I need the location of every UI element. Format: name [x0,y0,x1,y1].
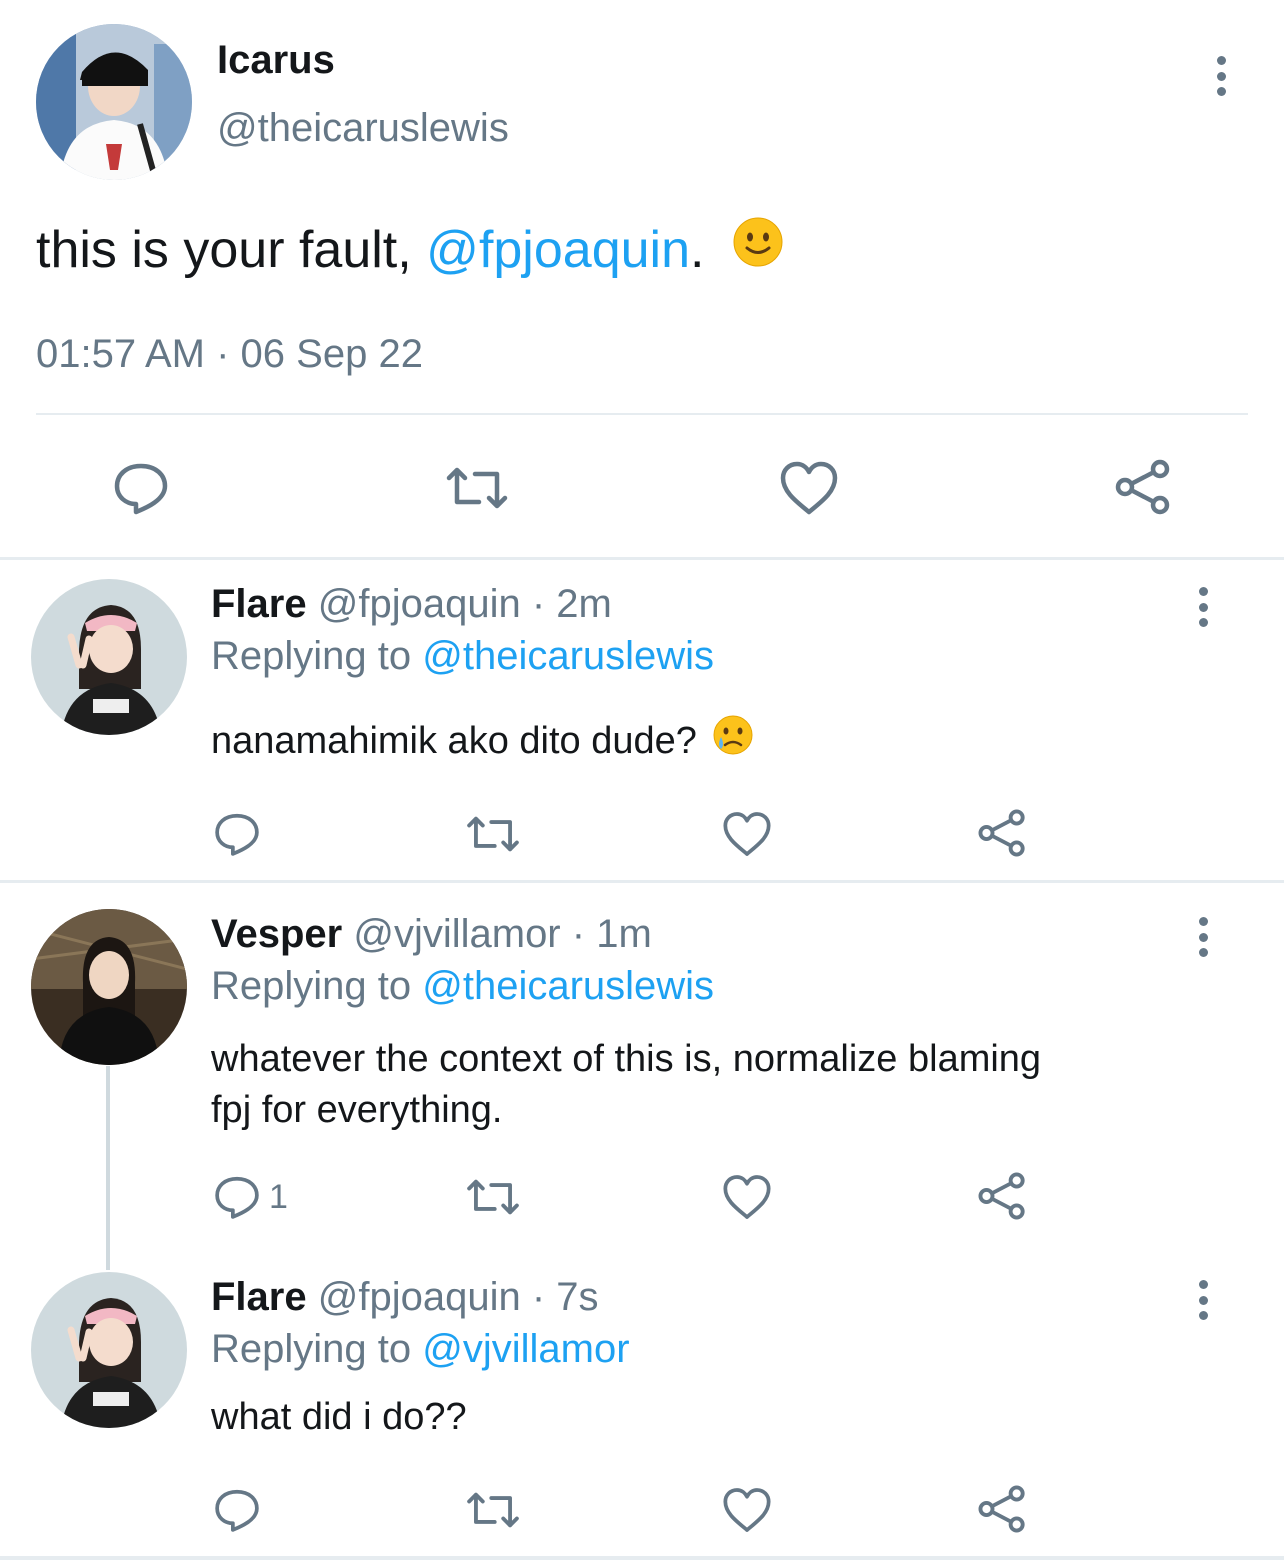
replying-to-label: Replying to [211,1327,423,1371]
author-handle[interactable]: @fpjoaquin [318,582,521,626]
reply-text-line: whatever the context of this is, normali… [211,1038,1042,1080]
reply-count: 1 [269,1177,288,1216]
reply-icon [215,813,259,856]
reply-text: whatever the context of this is, normali… [211,1034,1041,1136]
divider [36,413,1248,415]
share-button[interactable] [977,808,1027,858]
divider [0,557,1284,560]
share-button[interactable] [977,1484,1027,1534]
retweet-button[interactable] [464,1178,522,1216]
like-button[interactable] [722,1486,772,1534]
avatar[interactable] [31,1272,187,1428]
thread-line [106,1066,110,1270]
share-icon [978,1485,1025,1533]
share-icon [978,1172,1025,1220]
heart-icon [780,461,838,515]
reply-time: · 2m [531,582,612,626]
like-button[interactable] [779,460,839,516]
author-name[interactable]: Icarus [217,38,335,83]
reply-text: what did i do?? [211,1396,467,1438]
crying-face-icon [713,715,753,765]
heart-icon [723,1488,771,1532]
share-icon [978,809,1025,857]
tweet-timestamp: 01:57 AM · 06 Sep 22 [36,332,423,376]
reply-button[interactable] [213,810,269,858]
replying-to: Replying to @vjvillamor [211,1327,630,1372]
more-options-icon[interactable] [1193,1280,1213,1320]
author-name[interactable]: Flare [211,582,307,626]
like-button[interactable] [722,1173,772,1221]
retweet-icon [467,1179,519,1215]
author-handle[interactable]: @fpjoaquin [318,1275,521,1319]
retweet-button[interactable] [464,815,522,853]
reply-header: Flare @fpjoaquin · 2m [211,582,612,627]
retweet-button[interactable] [443,466,511,510]
mention-link[interactable]: @vjvillamor [422,1327,629,1371]
avatar[interactable] [36,24,192,180]
slightly-smiling-face-icon [733,217,783,282]
mention-link[interactable]: @theicaruslewis [422,634,714,678]
author-name[interactable]: Flare [211,1275,307,1319]
avatar-photo [36,24,192,180]
author-handle[interactable]: @vjvillamor [353,912,560,956]
tweet-text-prefix: this is your fault, [36,221,427,279]
avatar[interactable] [31,579,187,735]
reply-time: · 7s [531,1275,599,1319]
reply-header: Vesper @vjvillamor · 1m [211,912,652,957]
retweet-icon [467,816,519,852]
replying-to: Replying to @theicaruslewis [211,964,714,1009]
more-options-icon[interactable] [1193,917,1213,957]
avatar-photo [31,1272,187,1428]
reply-text-line: fpj for everything. [211,1089,503,1131]
retweet-button[interactable] [464,1491,522,1529]
reply-icon [215,1176,259,1219]
author-name[interactable]: Vesper [211,912,342,956]
tweet-text: this is your fault, @fpjoaquin. [36,217,783,286]
reply-icon [114,463,168,515]
heart-icon [723,812,771,856]
avatar-photo [31,579,187,735]
tweet-text-suffix: . [690,221,705,279]
replying-to-label: Replying to [211,634,423,678]
divider [0,1556,1284,1560]
like-button[interactable] [722,810,772,858]
retweet-icon [446,467,508,509]
avatar-photo [31,909,187,1065]
mention-link[interactable]: @theicaruslewis [422,964,714,1008]
reply-text: nanamahimik ako dito dude? [211,715,753,768]
replying-to-label: Replying to [211,964,423,1008]
divider [0,880,1284,883]
retweet-icon [467,1492,519,1528]
reply-button[interactable] [112,460,170,516]
replying-to: Replying to @theicaruslewis [211,634,714,679]
avatar[interactable] [31,909,187,1065]
share-button[interactable] [977,1171,1027,1221]
reply-time: · 1m [571,912,652,956]
reply-button[interactable] [213,1486,269,1534]
share-button[interactable] [1114,458,1172,516]
reply-button[interactable]: 1 [213,1173,288,1221]
more-options-icon[interactable] [1193,587,1213,627]
more-options-icon[interactable] [1211,56,1231,96]
mention-link[interactable]: @fpjoaquin [426,221,690,279]
reply-header: Flare @fpjoaquin · 7s [211,1275,599,1320]
reply-icon [215,1489,259,1532]
reply-text-body: nanamahimik ako dito dude? [211,720,697,763]
heart-icon [723,1175,771,1219]
share-icon [1115,459,1170,515]
author-handle[interactable]: @theicaruslewis [217,106,509,151]
